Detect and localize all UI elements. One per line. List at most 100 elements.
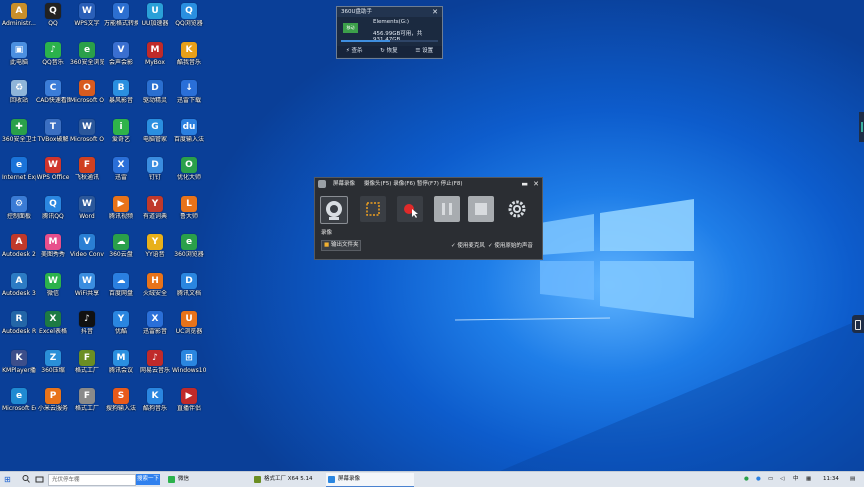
desktop-icon[interactable]: W WPS文字 [70, 3, 104, 27]
desktop-icon[interactable]: ▶ 腾讯视频 [104, 195, 138, 220]
desktop-icon[interactable]: M 腾讯会议 [104, 349, 138, 374]
desktop-icon[interactable]: ✚ 360安全卫士 [2, 118, 36, 143]
desktop-icon[interactable]: ☁ 360云盘 [104, 234, 138, 258]
desktop-icon[interactable]: D 腾讯文档 [172, 272, 206, 297]
desktop-icon[interactable]: D 钉钉 [138, 157, 172, 181]
usb-drive-widget[interactable]: 360U盘助手 ✕ 移动 Elements(G:) 456.99GB可用，共93… [336, 6, 443, 59]
desktop-icon[interactable]: B 暴风影音 [104, 80, 138, 104]
recorder-titlebar[interactable]: 屏幕录像 摄像头(F5) 录像(F6) 暂停(F7) 停止(F8) ▬ ✕ [315, 178, 542, 190]
desktop-icon[interactable]: W 微信 [36, 272, 70, 297]
taskbar-app-screen-recorder[interactable]: 屏幕录像 [326, 473, 414, 487]
search-button[interactable]: 搜索一下 [136, 474, 160, 485]
desktop-icon[interactable]: M 美图秀秀 [36, 234, 70, 258]
tray-security-icon[interactable]: ● [744, 474, 749, 485]
desktop-icon[interactable]: AAutodesk 2015 - 简... [2, 234, 36, 258]
desktop-icon[interactable]: ♻ 回收站 [2, 80, 36, 104]
desktop-icon[interactable]: eInternet Explorer [2, 157, 36, 181]
desktop-icon[interactable]: D 驱动精灵 [138, 80, 172, 104]
desktop-icon[interactable]: ♪ QQ音乐 [36, 41, 70, 66]
desktop-icon[interactable]: O 优化大师 [172, 157, 206, 181]
desktop-icon[interactable]: Q QQ [36, 3, 70, 27]
scan-button[interactable]: ⚡ 查杀 [346, 46, 363, 57]
input-language-indicator[interactable]: 中 [793, 474, 799, 485]
close-button[interactable]: ✕ [533, 178, 539, 190]
restore-button[interactable]: ↻ 恢复 [380, 46, 397, 57]
pause-button[interactable] [434, 196, 460, 222]
use-system-sound-checkbox[interactable]: ✓ 使用原始的声音 [488, 241, 533, 249]
desktop-icon[interactable]: Y 有道词典 [138, 195, 172, 220]
desktop-icon[interactable]: U UC浏览器 [172, 311, 206, 335]
screen-recorder-window[interactable]: 屏幕录像 摄像头(F5) 录像(F6) 暂停(F7) 停止(F8) ▬ ✕ 录像… [314, 177, 543, 260]
desktop-icon[interactable]: Z 360压缩 [36, 349, 70, 374]
tray-cloud-icon[interactable]: ● [756, 474, 761, 485]
desktop-icon[interactable]: K 酷狗音乐 [138, 388, 172, 412]
desktop-icon[interactable]: eMicrosoft Edge [2, 388, 36, 412]
desktop-icon[interactable]: Q 腾讯QQ [36, 195, 70, 220]
desktop-icon[interactable]: WMicrosoft Office Wor... [70, 118, 104, 143]
desktop-icon[interactable]: F 飞秋通讯 [70, 157, 104, 181]
desktop-icon[interactable]: K KMPlayer播 [2, 349, 36, 374]
keyboard-icon[interactable]: ▦ [806, 474, 811, 485]
desktop-icon[interactable]: W WPS Office [36, 157, 70, 181]
desktop-icon[interactable]: Q QQ浏览器 [172, 3, 206, 27]
taskbar-app-format-factory[interactable]: 格式工厂 X64 5.14 [252, 473, 336, 486]
desktop-icon[interactable]: W Word [70, 195, 104, 220]
desktop-icon[interactable]: A Administr... [2, 3, 36, 27]
desktop-icon[interactable]: ☁ 百度网盘 [104, 272, 138, 297]
desktop-icon[interactable]: Y 优酷 [104, 311, 138, 335]
desktop-icon[interactable]: e 360浏览器 [172, 234, 206, 258]
use-mic-checkbox[interactable]: ✓ 使用麦克风 [451, 241, 485, 249]
desktop-icon[interactable]: L 鲁大师 [172, 195, 206, 220]
region-select-button[interactable] [360, 196, 386, 222]
network-icon[interactable]: ▭ [768, 474, 773, 485]
start-button[interactable]: ⊞ [4, 474, 11, 485]
volume-icon[interactable]: ◁ [780, 474, 784, 485]
desktop-icon[interactable]: K 酷我音乐 [172, 41, 206, 66]
desktop-icon[interactable]: RAutodesk ReCap [2, 311, 36, 335]
desktop-icon[interactable]: ♪ 网易云音乐 [138, 349, 172, 374]
desktop-icon[interactable]: VVideo Converter [70, 234, 104, 258]
clock[interactable]: 11:34 [823, 474, 839, 485]
recorder-settings-button[interactable] [504, 196, 530, 222]
search-input[interactable]: 光伏停车棚 [48, 474, 136, 486]
webcam-button[interactable] [320, 196, 348, 224]
desktop-icon[interactable]: X 迅雷 [104, 157, 138, 181]
close-icon[interactable]: ✕ [432, 7, 438, 17]
edge-panel-handle[interactable] [859, 112, 864, 142]
desktop-icon[interactable]: M MyBox [138, 41, 172, 66]
desktop-icon[interactable]: H 火绒安全 [138, 272, 172, 297]
desktop-icon[interactable]: i 爱奇艺 [104, 118, 138, 143]
desktop-icon[interactable]: W WiFi共享 [70, 272, 104, 297]
settings-button[interactable]: ☰ 设置 [415, 46, 433, 57]
desktop-icon[interactable]: X Excel表格 [36, 311, 70, 335]
desktop-icon[interactable]: P 小米云服务 [36, 388, 70, 412]
notifications-icon[interactable]: ▤ [850, 474, 855, 485]
desktop-icon[interactable]: G 电脑管家 [138, 118, 172, 143]
search-icon[interactable] [22, 474, 30, 485]
desktop-icon[interactable]: V 会声会影 [104, 41, 138, 66]
desktop-icon[interactable]: ▶ 直播伴侣 [172, 388, 206, 412]
desktop-icon[interactable]: Y YY语音 [138, 234, 172, 258]
desktop-icon[interactable]: C CAD快速看图 [36, 80, 70, 104]
desktop-icon[interactable]: X 迅雷影音 [138, 311, 172, 335]
desktop-icon[interactable]: S 搜狗输入法 [104, 388, 138, 412]
desktop-icon[interactable]: du 百度输入法 [172, 118, 206, 143]
desktop-icon[interactable]: V 万能格式转换 [104, 3, 138, 27]
desktop-icon[interactable]: U UU加速器 [138, 3, 172, 27]
output-folder-button[interactable]: ■ 输出文件夹 [321, 240, 362, 251]
desktop-icon[interactable]: e360安全浏览器 [70, 41, 104, 66]
minimize-button[interactable]: ▬ [521, 178, 528, 190]
desktop-icon[interactable]: F 格式工厂 [70, 349, 104, 374]
taskbar-app-wechat[interactable]: 微信 [166, 473, 258, 486]
desktop-icon[interactable]: F 格式工厂 [70, 388, 104, 412]
desktop-icon[interactable]: T TVBox破解 [36, 118, 70, 143]
record-button[interactable] [397, 196, 423, 222]
desktop-icon[interactable]: AAutodesk 360 [2, 272, 36, 297]
stop-button[interactable] [468, 196, 494, 222]
desktop-icon[interactable]: ▣ 此电脑 [2, 41, 36, 66]
desktop-icon[interactable]: ↓ 迅雷下载 [172, 80, 206, 104]
edge-toolbar-handle[interactable] [852, 315, 864, 333]
desktop-icon[interactable]: ♪ 抖音 [70, 311, 104, 335]
desktop-icon[interactable]: OMicrosoft Office Onli... [70, 80, 104, 104]
desktop-icon[interactable]: ⊞Windows10 2022 [172, 349, 206, 374]
